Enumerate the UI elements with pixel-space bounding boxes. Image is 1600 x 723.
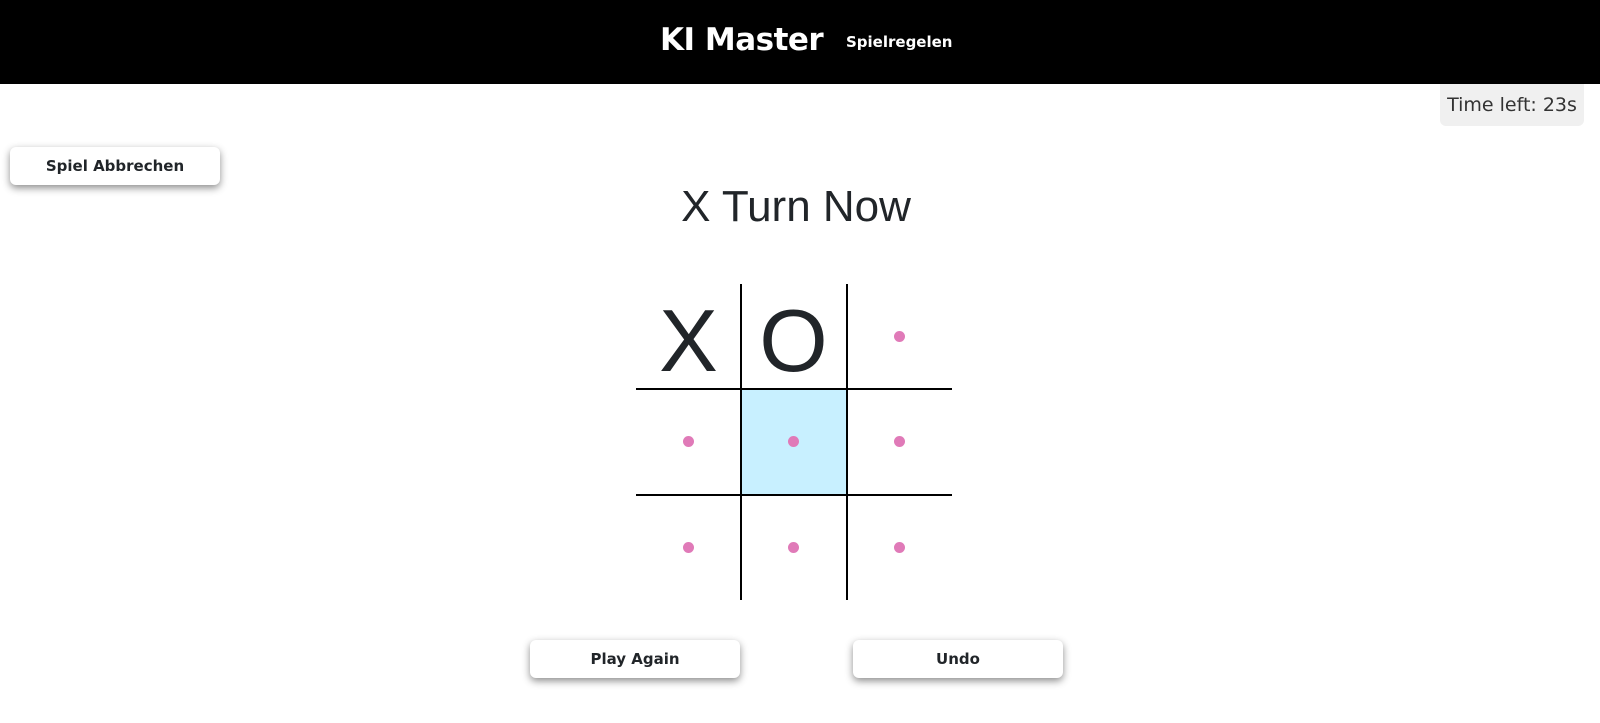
empty-cell-dot-icon bbox=[894, 331, 905, 342]
empty-cell-dot-icon bbox=[894, 542, 905, 553]
grid-line-horizontal bbox=[636, 494, 952, 496]
brand-logo[interactable]: KI Master bbox=[660, 22, 824, 58]
time-left-display: Time left: 23s bbox=[1440, 84, 1584, 126]
empty-cell-dot-icon bbox=[788, 436, 799, 447]
board-cell-1[interactable]: O bbox=[741, 284, 846, 389]
empty-cell-dot-icon bbox=[683, 436, 694, 447]
board-cell-3[interactable] bbox=[636, 389, 741, 494]
cell-mark: O bbox=[759, 290, 828, 390]
grid-line-horizontal bbox=[636, 388, 952, 390]
play-again-button[interactable]: Play Again bbox=[530, 640, 740, 678]
nav-link-rules[interactable]: Spielregelen bbox=[846, 33, 952, 51]
board-cell-7[interactable] bbox=[741, 495, 846, 600]
top-navbar: KI Master Spielregelen bbox=[0, 0, 1600, 84]
board-cell-6[interactable] bbox=[636, 495, 741, 600]
board-cell-0[interactable]: X bbox=[636, 284, 741, 389]
abort-game-button[interactable]: Spiel Abbrechen bbox=[10, 147, 220, 185]
empty-cell-dot-icon bbox=[894, 436, 905, 447]
grid-line-vertical bbox=[740, 284, 742, 600]
board-cell-2[interactable] bbox=[847, 284, 952, 389]
board-cell-8[interactable] bbox=[847, 495, 952, 600]
tic-tac-toe-board: X O bbox=[636, 284, 952, 600]
undo-button[interactable]: Undo bbox=[853, 640, 1063, 678]
grid-line-vertical bbox=[846, 284, 848, 600]
board-cell-4-highlighted[interactable] bbox=[741, 389, 846, 494]
cell-mark: X bbox=[659, 290, 718, 390]
empty-cell-dot-icon bbox=[683, 542, 694, 553]
board-cell-5[interactable] bbox=[847, 389, 952, 494]
empty-cell-dot-icon bbox=[788, 542, 799, 553]
turn-indicator: X Turn Now bbox=[681, 182, 911, 231]
